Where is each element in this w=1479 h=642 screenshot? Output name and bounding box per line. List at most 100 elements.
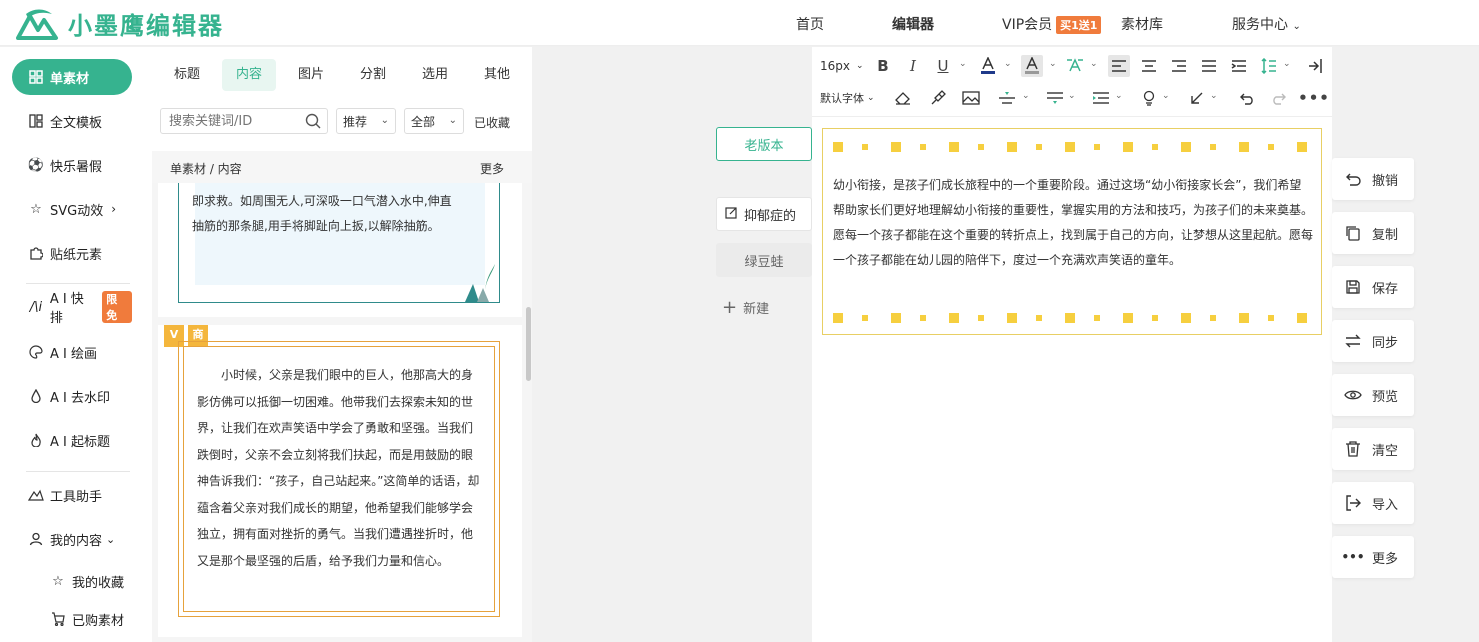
tab-title[interactable]: 标题: [164, 59, 210, 91]
search-icon[interactable]: [305, 113, 321, 129]
arrow-icon[interactable]: [1186, 87, 1208, 109]
logo[interactable]: 小墨鹰编辑器: [14, 6, 224, 41]
nav-editor[interactable]: 编辑器: [892, 14, 934, 34]
editor: 16px ⌄ B I U ⌄ ⌄ ⌄ ⌄ ⌄ 默认字体 ⌄ ⌄ ⌄ ⌄ ⌄ ⌄ …: [812, 47, 1332, 642]
star-icon: ☆: [30, 201, 42, 217]
old-version-button[interactable]: 老版本: [716, 127, 812, 161]
chevron-down-icon[interactable]: ⌄: [1210, 91, 1218, 101]
sidebar-item-purchased[interactable]: 已购素材: [34, 601, 154, 637]
drop-icon: [28, 388, 44, 404]
sidebar-item-summer[interactable]: ⚽ 快乐暑假: [12, 147, 132, 183]
chevron-down-icon[interactable]: ⌄: [1049, 59, 1057, 69]
underline-icon[interactable]: U: [932, 55, 954, 77]
copy-button[interactable]: 复制: [1332, 212, 1414, 254]
nav-library[interactable]: 素材库: [1121, 14, 1163, 34]
free-badge: 限免: [102, 291, 132, 323]
more-label: 更多: [1372, 551, 1399, 567]
sidebar-item-full-template[interactable]: 全文模板: [12, 103, 132, 139]
save-button[interactable]: 保存: [1332, 266, 1414, 308]
more-icon[interactable]: •••: [1298, 87, 1329, 109]
leaf-decoration-icon: [465, 264, 495, 302]
import-button[interactable]: 导入: [1332, 482, 1414, 524]
favorites-filter[interactable]: 已收藏: [474, 114, 510, 131]
bold-icon[interactable]: B: [872, 55, 894, 77]
background-color-icon[interactable]: [1021, 55, 1043, 77]
tab-other[interactable]: 其他: [474, 59, 520, 91]
sort-select[interactable]: 推荐 ⌄: [336, 108, 396, 134]
sidebar-item-ai-paint[interactable]: A I 绘画: [12, 334, 132, 370]
doc-item[interactable]: 抑郁症的: [716, 197, 812, 231]
editor-text[interactable]: 幼小衔接，是孩子们成长旅程中的一个重要阶段。通过这场“幼小衔接家长会”，我们希望…: [833, 173, 1313, 273]
preview-button[interactable]: 预览: [1332, 374, 1414, 416]
indent-icon[interactable]: [1228, 55, 1250, 77]
text-effect-icon[interactable]: [1064, 55, 1086, 77]
horizontal-rule-icon[interactable]: [996, 87, 1018, 109]
chevron-down-icon[interactable]: ⌄: [1115, 91, 1123, 101]
letter-spacing-icon[interactable]: [1090, 87, 1112, 109]
dot-decoration: [1007, 313, 1017, 323]
search-input[interactable]: [161, 109, 301, 133]
align-left-icon[interactable]: [1108, 55, 1130, 77]
exit-icon[interactable]: [1304, 55, 1326, 77]
sidebar-item-svg[interactable]: ☆ SVG动效 ›: [12, 191, 132, 227]
font-family-value: 默认字体: [820, 92, 864, 105]
sidebar-item-stickers[interactable]: 贴纸元素: [12, 235, 132, 271]
tab-content[interactable]: 内容: [222, 59, 276, 91]
chevron-down-icon[interactable]: ⌄: [1162, 91, 1170, 101]
material-card[interactable]: 即求救。如周围无人,可深吸一口气潜入水中,伸直抽筋的那条腿,用手将脚趾向上扳,以…: [158, 183, 522, 317]
chevron-down-icon[interactable]: ⌄: [959, 59, 967, 69]
eraser-icon[interactable]: [892, 87, 914, 109]
sidebar-item-tools[interactable]: 工具助手: [12, 477, 132, 513]
align-right-icon[interactable]: [1168, 55, 1190, 77]
new-doc-button[interactable]: + 新建: [716, 290, 812, 324]
save-icon: [1344, 278, 1362, 296]
preview-label: 预览: [1372, 389, 1399, 405]
nav-service[interactable]: 服务中心 ⌄: [1232, 14, 1301, 34]
nav-vip[interactable]: VIP会员 买1送1: [1002, 14, 1102, 34]
dot-border-top: [833, 142, 1313, 154]
font-color-icon[interactable]: [977, 55, 999, 77]
user-icon: [28, 531, 44, 547]
scrollbar[interactable]: [526, 307, 531, 381]
sidebar-item-ai-layout[interactable]: /\i A I 快排 限免: [12, 289, 132, 326]
sidebar-item-my-favorites[interactable]: ☆ 我的收藏: [34, 563, 154, 599]
more-button[interactable]: ••• 更多: [1332, 536, 1414, 578]
nav-home[interactable]: 首页: [796, 14, 824, 34]
font-family-select[interactable]: 默认字体 ⌄: [820, 87, 875, 109]
clear-button[interactable]: 清空: [1332, 428, 1414, 470]
sync-button[interactable]: 同步: [1332, 320, 1414, 362]
undo-button[interactable]: 撤销: [1332, 158, 1414, 200]
sidebar-item-my-content[interactable]: 我的内容 ⌄: [12, 521, 132, 557]
more-link[interactable]: 更多: [480, 160, 504, 177]
doc-item[interactable]: 绿豆蛙: [716, 243, 812, 277]
chevron-down-icon[interactable]: ⌄: [1283, 59, 1291, 69]
sidebar-item-ai-title[interactable]: A I 起标题: [12, 422, 132, 458]
undo-icon[interactable]: [1236, 87, 1258, 109]
align-justify-icon[interactable]: [1198, 55, 1220, 77]
sidebar-item-single-material[interactable]: 单素材: [12, 59, 132, 95]
material-card[interactable]: V 商 小时候，父亲是我们眼中的巨人，他那高大的身影仿佛可以抵御一切困难。他带我…: [158, 325, 522, 637]
tab-selected[interactable]: 选用: [412, 59, 458, 91]
spacing-before-icon[interactable]: [1044, 87, 1066, 109]
chevron-down-icon[interactable]: ⌄: [1090, 59, 1098, 69]
italic-icon[interactable]: I: [902, 55, 924, 77]
dot-decoration: [1239, 142, 1249, 152]
lightbulb-icon[interactable]: [1138, 87, 1160, 109]
more-icon: •••: [1341, 550, 1365, 564]
tab-image[interactable]: 图片: [288, 59, 334, 91]
chevron-down-icon[interactable]: ⌄: [1004, 59, 1012, 69]
dot-decoration: [1297, 313, 1307, 323]
sidebar-item-ai-watermark[interactable]: A I 去水印: [12, 378, 132, 414]
sidebar-item-label: A I 去水印: [50, 390, 110, 406]
image-icon[interactable]: [960, 87, 982, 109]
chevron-down-icon[interactable]: ⌄: [1022, 91, 1030, 101]
editor-content[interactable]: 幼小衔接，是孩子们成长旅程中的一个重要阶段。通过这场“幼小衔接家长会”，我们希望…: [822, 128, 1322, 335]
font-size-select[interactable]: 16px ⌄: [820, 55, 864, 77]
format-brush-icon[interactable]: [927, 87, 949, 109]
redo-icon[interactable]: [1268, 87, 1290, 109]
chevron-down-icon[interactable]: ⌄: [1068, 91, 1076, 101]
align-center-icon[interactable]: [1138, 55, 1160, 77]
filter-select[interactable]: 全部 ⌄: [404, 108, 464, 134]
tab-divider[interactable]: 分割: [350, 59, 396, 91]
line-height-icon[interactable]: [1258, 55, 1280, 77]
